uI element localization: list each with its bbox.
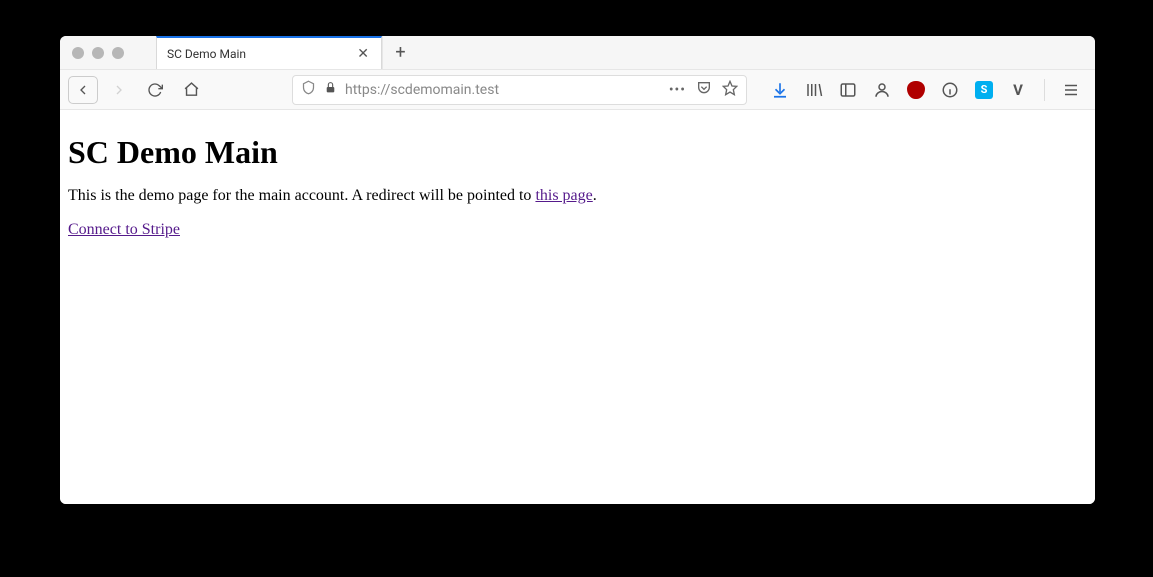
hamburger-menu-icon[interactable] [1059, 78, 1083, 102]
tab-title: SC Demo Main [167, 47, 347, 61]
tab-active[interactable]: SC Demo Main ✕ [156, 36, 382, 69]
intro-paragraph: This is the demo page for the main accou… [68, 187, 1087, 205]
address-bar[interactable]: https://scdemomain.test ••• [292, 75, 747, 105]
toolbar-separator [1044, 79, 1045, 101]
window-zoom-button[interactable] [112, 47, 124, 59]
url-host: scdemomain.test [390, 82, 499, 98]
new-tab-button[interactable]: + [382, 36, 418, 69]
page-heading: SC Demo Main [68, 134, 1087, 171]
window-close-button[interactable] [72, 47, 84, 59]
skype-icon[interactable]: S [972, 78, 996, 102]
lock-icon[interactable] [324, 81, 337, 98]
info-icon[interactable] [938, 78, 962, 102]
home-button[interactable] [176, 75, 206, 105]
forward-button[interactable] [104, 75, 134, 105]
tab-strip: SC Demo Main ✕ + [156, 36, 418, 69]
bookmark-star-icon[interactable] [722, 80, 738, 100]
account-icon[interactable] [870, 78, 894, 102]
intro-text-after: . [593, 187, 597, 204]
library-icon[interactable] [802, 78, 826, 102]
page-actions: ••• [669, 80, 738, 100]
reload-button[interactable] [140, 75, 170, 105]
page-viewport: SC Demo Main This is the demo page for t… [60, 110, 1095, 504]
downloads-icon[interactable] [768, 78, 792, 102]
window-controls [60, 36, 156, 69]
more-icon[interactable]: ••• [669, 82, 686, 98]
ublock-icon[interactable] [904, 78, 928, 102]
toolbar-right: S V [768, 78, 1087, 102]
url-text: https://scdemomain.test [345, 82, 661, 98]
url-scheme: https:// [345, 82, 390, 98]
intro-text: This is the demo page for the main accou… [68, 187, 535, 204]
browser-window: SC Demo Main ✕ + https://scde [60, 36, 1095, 504]
connect-to-stripe-link[interactable]: Connect to Stripe [68, 221, 180, 238]
tab-close-icon[interactable]: ✕ [355, 46, 371, 62]
sidebar-icon[interactable] [836, 78, 860, 102]
this-page-link[interactable]: this page [535, 187, 592, 204]
pocket-icon[interactable] [696, 80, 712, 100]
shield-icon[interactable] [301, 80, 316, 99]
back-button[interactable] [68, 76, 98, 104]
extension-v-icon[interactable]: V [1006, 78, 1030, 102]
window-minimize-button[interactable] [92, 47, 104, 59]
titlebar: SC Demo Main ✕ + [60, 36, 1095, 70]
connect-paragraph: Connect to Stripe [68, 221, 1087, 239]
toolbar: https://scdemomain.test ••• [60, 70, 1095, 110]
